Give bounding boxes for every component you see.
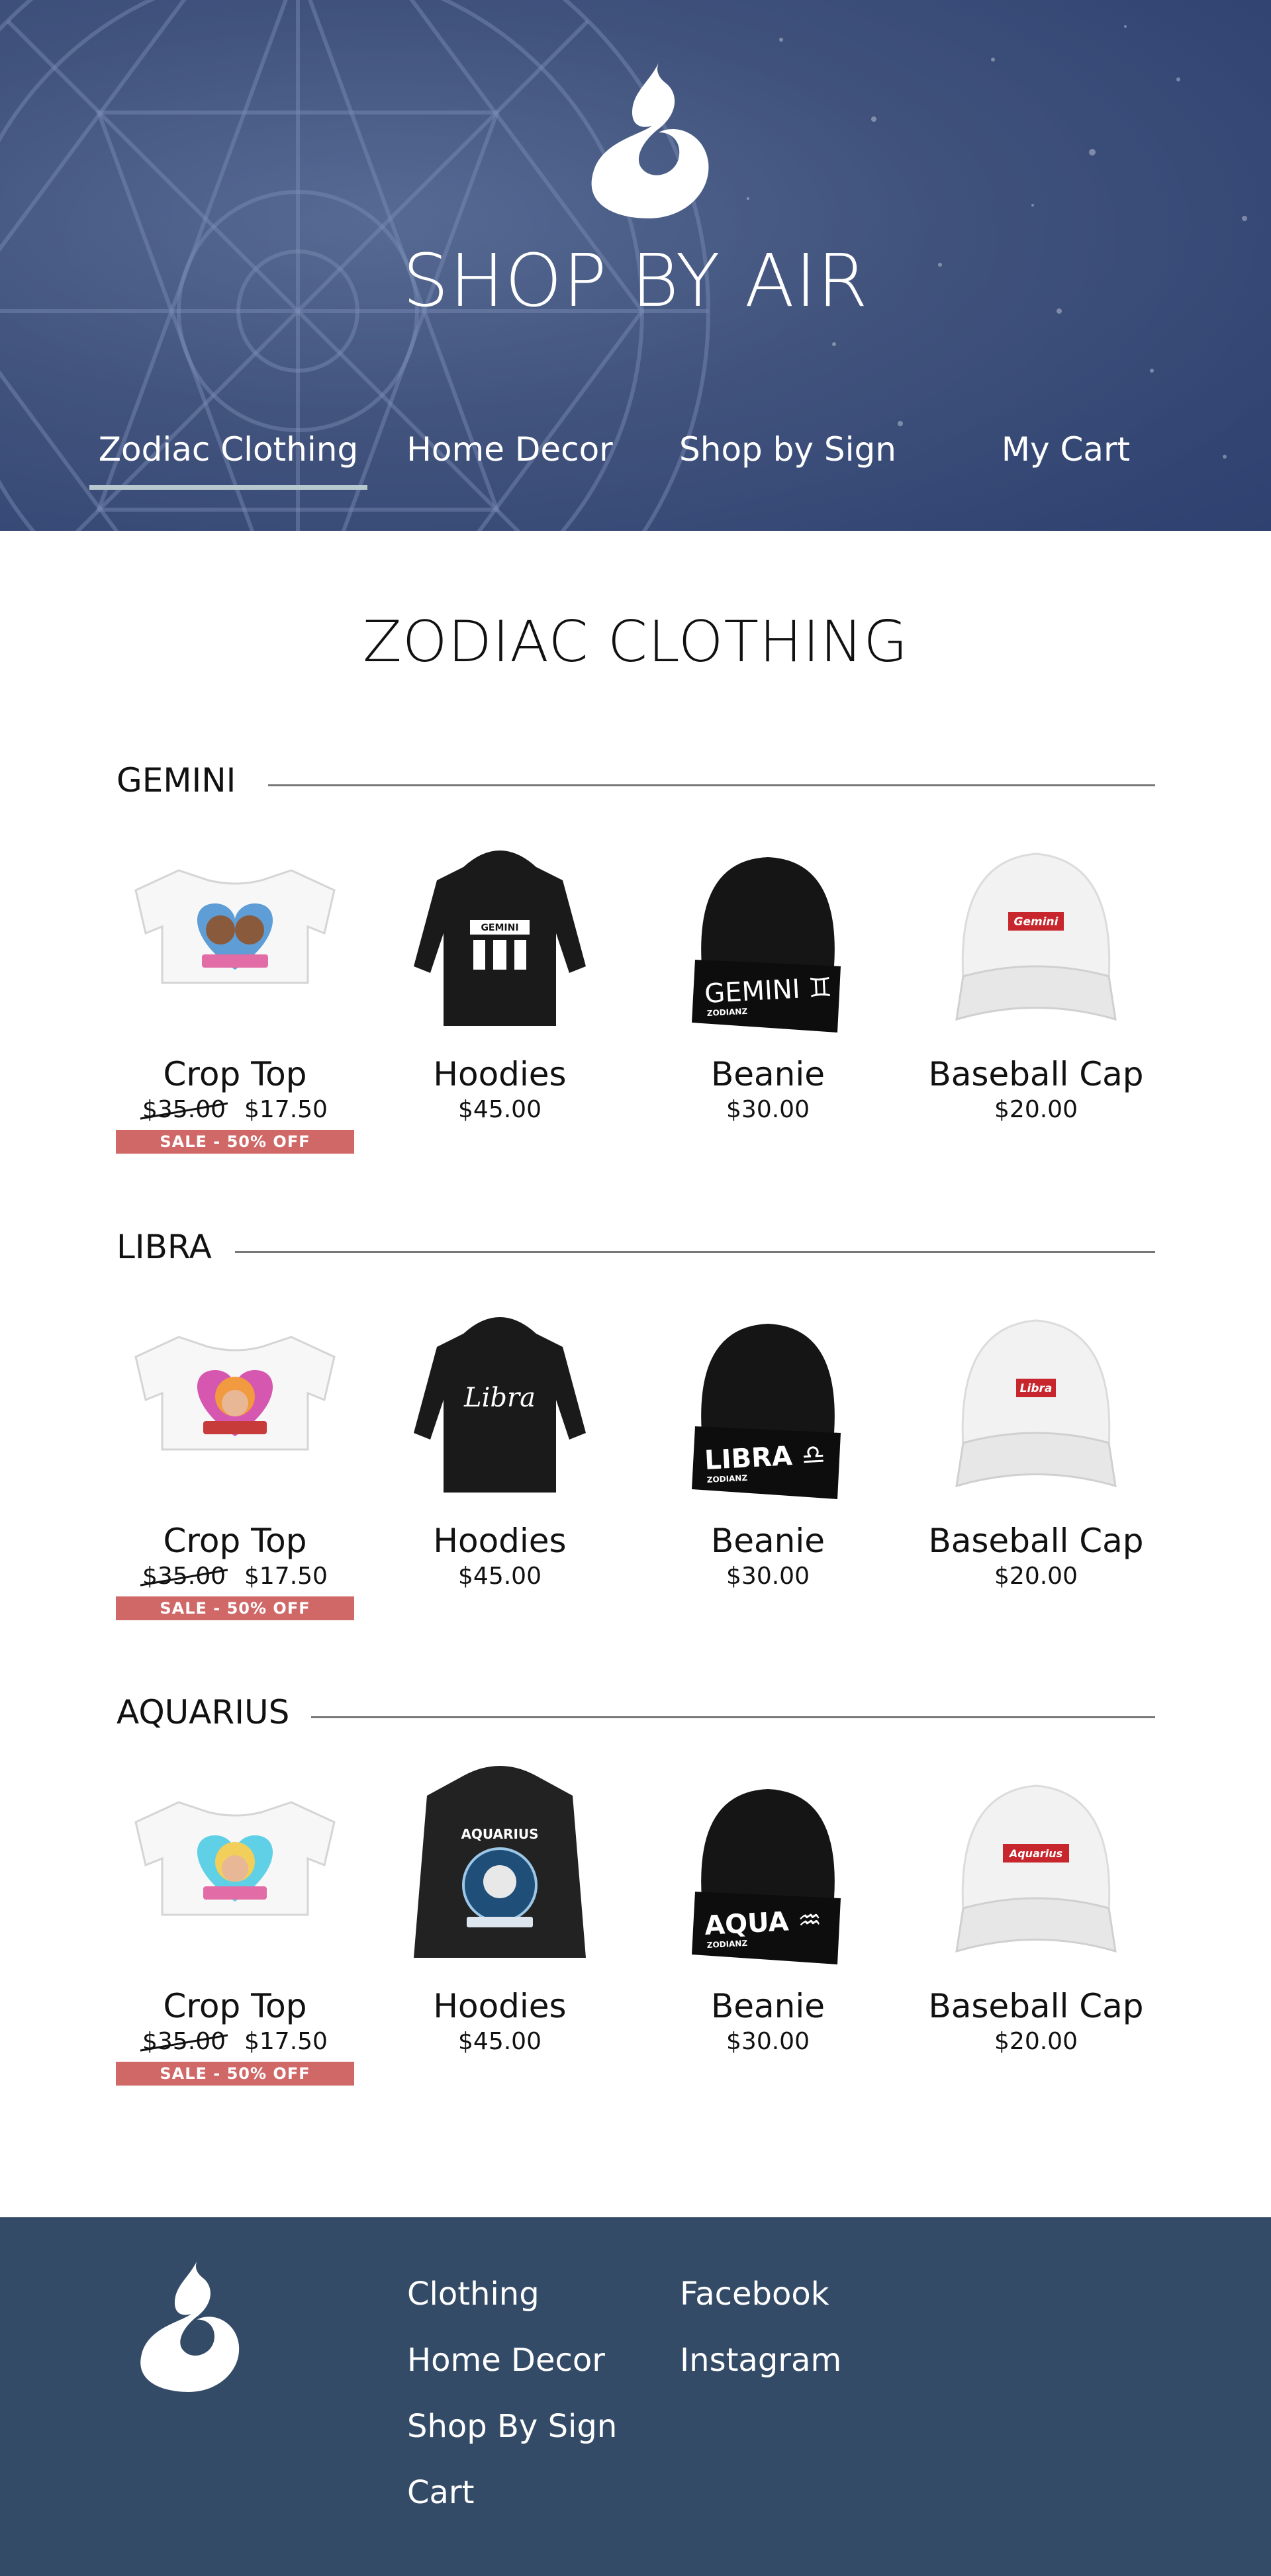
svg-text:LIBRA ♎: LIBRA ♎: [704, 1440, 826, 1476]
hoodie-image[interactable]: Libra: [381, 1301, 619, 1506]
section-title-aquarius: AQUARIUS: [117, 1693, 290, 1731]
section-divider: [268, 784, 1155, 786]
footer-link-clothing[interactable]: Clothing: [407, 2276, 540, 2313]
product-price: $20.00: [994, 2028, 1078, 2055]
product-card[interactable]: Libra Baseball Cap $20.00: [917, 1301, 1155, 1590]
product-card[interactable]: GEMINI Hoodies $45.00: [381, 834, 619, 1123]
brand-title: SHOP BY AIR: [402, 238, 869, 323]
product-card[interactable]: GEMINI ♊ ZODIANZ Beanie $30.00: [649, 834, 887, 1123]
svg-text:Libra: Libra: [463, 1383, 536, 1413]
beanie-image[interactable]: LIBRA ♎ ZODIANZ: [649, 1301, 887, 1506]
sale-price: $17.50: [244, 2028, 328, 2055]
product-price: $45.00: [458, 1096, 541, 1123]
baseball-cap-image[interactable]: Libra: [917, 1301, 1155, 1506]
footer-link-home-decor[interactable]: Home Decor: [407, 2342, 605, 2379]
svg-text:AQUARIUS: AQUARIUS: [461, 1826, 538, 1842]
baseball-cap-image[interactable]: Aquarius: [917, 1766, 1155, 1971]
svg-text:Gemini: Gemini: [1014, 915, 1059, 929]
footer-link-instagram[interactable]: Instagram: [680, 2342, 841, 2379]
product-name[interactable]: Crop Top: [116, 1522, 354, 1560]
product-card[interactable]: Aquarius Baseball Cap $20.00: [917, 1766, 1155, 2055]
beanie-image[interactable]: AQUA ♒ ZODIANZ: [649, 1766, 887, 1971]
product-price: $45.00: [458, 2028, 541, 2055]
product-name[interactable]: Beanie: [649, 1987, 887, 2025]
original-price: $35.00: [142, 1563, 226, 1590]
product-card[interactable]: Gemini Baseball Cap $20.00: [917, 834, 1155, 1123]
product-card[interactable]: AQUARIUS Hoodies $45.00: [381, 1766, 619, 2055]
nav-shop-by-sign[interactable]: Shop by Sign: [649, 430, 927, 469]
sale-badge: SALE - 50% OFF: [116, 1130, 354, 1154]
footer-link-cart[interactable]: Cart: [407, 2474, 474, 2511]
product-card[interactable]: Crop Top $35.00 $17.50 SALE - 50% OFF: [116, 1766, 354, 2086]
footer-link-shop-by-sign[interactable]: Shop By Sign: [407, 2408, 617, 2445]
product-price: $30.00: [726, 1563, 810, 1590]
product-name[interactable]: Hoodies: [381, 1055, 619, 1093]
product-card[interactable]: Crop Top $35.00 $17.50 SALE - 50% OFF: [116, 1301, 354, 1620]
product-card[interactable]: Crop Top $35.00 $17.50 SALE - 50% OFF: [116, 834, 354, 1154]
beanie-image[interactable]: GEMINI ♊ ZODIANZ: [649, 834, 887, 1039]
product-name[interactable]: Baseball Cap: [917, 1055, 1155, 1093]
sale-price: $17.50: [244, 1096, 328, 1123]
section-title-libra: LIBRA: [117, 1228, 212, 1266]
svg-text:Libra: Libra: [1020, 1382, 1053, 1395]
product-name[interactable]: Baseball Cap: [917, 1987, 1155, 2025]
product-name[interactable]: Beanie: [649, 1055, 887, 1093]
hoodie-image[interactable]: AQUARIUS: [381, 1766, 619, 1971]
baseball-cap-image[interactable]: Gemini: [917, 834, 1155, 1039]
original-price: $35.00: [142, 1096, 226, 1123]
page-title: ZODIAC CLOTHING: [362, 609, 909, 675]
crop-top-image[interactable]: [116, 834, 354, 1039]
product-name[interactable]: Baseball Cap: [917, 1522, 1155, 1560]
hoodie-image[interactable]: GEMINI: [381, 834, 619, 1039]
svg-text:GEMINI: GEMINI: [481, 923, 518, 933]
product-price: $30.00: [726, 1096, 810, 1123]
svg-text:AQUA ♒: AQUA ♒: [704, 1905, 822, 1941]
product-name[interactable]: Crop Top: [116, 1055, 354, 1093]
section-divider: [311, 1716, 1155, 1718]
site-header: SHOP BY AIR Zodiac Clothing Home Decor S…: [0, 0, 1271, 531]
section-title-gemini: GEMINI: [117, 761, 236, 800]
product-price: $45.00: [458, 1563, 541, 1590]
sale-price: $17.50: [244, 1563, 328, 1590]
air-element-logo: [591, 63, 709, 218]
active-nav-indicator: [89, 485, 367, 490]
crop-top-image[interactable]: [116, 1301, 354, 1506]
product-name[interactable]: Hoodies: [381, 1522, 619, 1560]
nav-my-cart[interactable]: My Cart: [927, 430, 1205, 469]
svg-text:Aquarius: Aquarius: [1008, 1847, 1062, 1860]
product-price: $20.00: [994, 1563, 1078, 1590]
footer-link-facebook[interactable]: Facebook: [680, 2276, 829, 2313]
product-card[interactable]: AQUA ♒ ZODIANZ Beanie $30.00: [649, 1766, 887, 2055]
product-name[interactable]: Beanie: [649, 1522, 887, 1560]
sale-badge: SALE - 50% OFF: [116, 2062, 354, 2086]
original-price: $35.00: [142, 2028, 226, 2055]
product-price: $30.00: [726, 2028, 810, 2055]
section-divider: [235, 1251, 1155, 1253]
product-price: $20.00: [994, 1096, 1078, 1123]
product-name[interactable]: Hoodies: [381, 1987, 619, 2025]
product-card[interactable]: Libra Hoodies $45.00: [381, 1301, 619, 1590]
air-element-logo[interactable]: [136, 2260, 242, 2393]
product-name[interactable]: Crop Top: [116, 1987, 354, 2025]
crop-top-image[interactable]: [116, 1766, 354, 1971]
sale-badge: SALE - 50% OFF: [116, 1596, 354, 1620]
nav-home-decor[interactable]: Home Decor: [371, 430, 649, 469]
nav-zodiac-clothing[interactable]: Zodiac Clothing: [89, 430, 367, 469]
site-footer: Clothing Home Decor Shop By Sign Cart Fa…: [0, 2217, 1271, 2576]
product-card[interactable]: LIBRA ♎ ZODIANZ Beanie $30.00: [649, 1301, 887, 1590]
